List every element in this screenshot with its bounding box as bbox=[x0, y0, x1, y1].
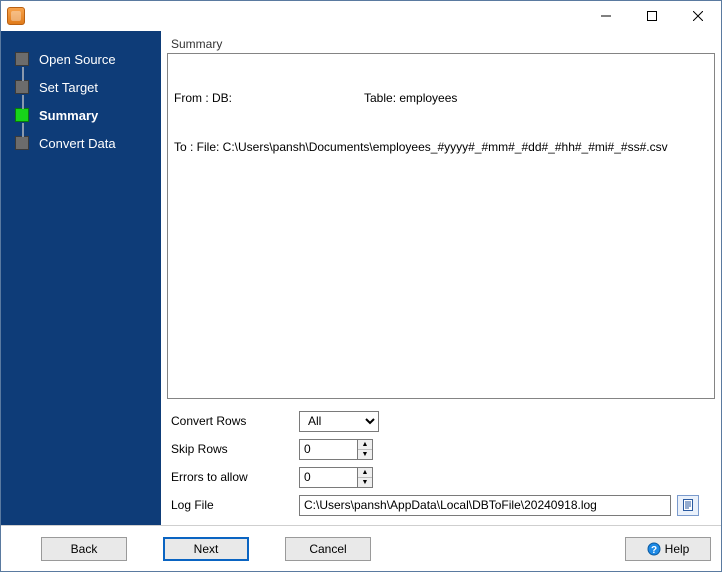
close-button[interactable] bbox=[675, 1, 721, 31]
svg-text:?: ? bbox=[651, 545, 657, 556]
button-label: Cancel bbox=[309, 542, 346, 556]
spin-down-icon[interactable]: ▼ bbox=[358, 478, 372, 487]
spinner-errors-allow: ▲ ▼ bbox=[299, 467, 373, 488]
summary-to: To : File: C:\Users\pansh\Documents\empl… bbox=[174, 139, 708, 155]
row-log-file: Log File bbox=[171, 491, 713, 519]
titlebar bbox=[1, 1, 721, 31]
summary-heading: Summary bbox=[167, 35, 715, 53]
sidebar-item-label: Open Source bbox=[39, 52, 116, 67]
label-log-file: Log File bbox=[171, 498, 299, 512]
minimize-icon bbox=[601, 11, 611, 21]
step-marker-icon bbox=[15, 108, 29, 122]
spin-down-icon[interactable]: ▼ bbox=[358, 450, 372, 459]
input-skip-rows[interactable] bbox=[299, 439, 357, 460]
sidebar-item-summary[interactable]: Summary bbox=[1, 101, 161, 129]
next-button[interactable]: Next bbox=[163, 537, 249, 561]
footer: Back Next Cancel ? Help bbox=[1, 525, 721, 571]
browse-log-button[interactable] bbox=[677, 495, 699, 516]
app-window: Open Source Set Target Summary Convert D… bbox=[0, 0, 722, 572]
label-convert-rows: Convert Rows bbox=[171, 414, 299, 428]
sidebar-item-label: Summary bbox=[39, 108, 98, 123]
main-panel: Summary From : DB: Table: employees To :… bbox=[161, 31, 721, 525]
row-skip-rows: Skip Rows ▲ ▼ bbox=[171, 435, 713, 463]
label-skip-rows: Skip Rows bbox=[171, 442, 299, 456]
app-icon bbox=[7, 7, 25, 25]
sidebar-item-set-target[interactable]: Set Target bbox=[1, 73, 161, 101]
spin-buttons: ▲ ▼ bbox=[357, 467, 373, 488]
button-label: Next bbox=[194, 542, 219, 556]
label-errors-allow: Errors to allow bbox=[171, 470, 299, 484]
close-icon bbox=[693, 11, 703, 21]
help-icon: ? bbox=[647, 542, 661, 556]
spin-up-icon[interactable]: ▲ bbox=[358, 468, 372, 478]
row-errors-allow: Errors to allow ▲ ▼ bbox=[171, 463, 713, 491]
select-convert-rows[interactable]: All bbox=[299, 411, 379, 432]
spin-up-icon[interactable]: ▲ bbox=[358, 440, 372, 450]
wizard-sidebar: Open Source Set Target Summary Convert D… bbox=[1, 31, 161, 525]
input-log-file[interactable] bbox=[299, 495, 671, 516]
back-button[interactable]: Back bbox=[41, 537, 127, 561]
sidebar-item-convert-data[interactable]: Convert Data bbox=[1, 129, 161, 157]
sidebar-item-open-source[interactable]: Open Source bbox=[1, 45, 161, 73]
button-label: Back bbox=[71, 542, 98, 556]
window-controls bbox=[583, 1, 721, 31]
spinner-skip-rows: ▲ ▼ bbox=[299, 439, 373, 460]
minimize-button[interactable] bbox=[583, 1, 629, 31]
cancel-button[interactable]: Cancel bbox=[285, 537, 371, 561]
summary-from: From : DB: bbox=[174, 90, 364, 106]
spin-buttons: ▲ ▼ bbox=[357, 439, 373, 460]
options-form: Convert Rows All Skip Rows ▲ ▼ bbox=[167, 399, 715, 525]
step-marker-icon bbox=[15, 52, 29, 66]
maximize-button[interactable] bbox=[629, 1, 675, 31]
step-marker-icon bbox=[15, 136, 29, 150]
button-label: Help bbox=[665, 542, 690, 556]
input-errors-allow[interactable] bbox=[299, 467, 357, 488]
maximize-icon bbox=[647, 11, 657, 21]
help-button[interactable]: ? Help bbox=[625, 537, 711, 561]
body: Open Source Set Target Summary Convert D… bbox=[1, 31, 721, 525]
row-convert-rows: Convert Rows All bbox=[171, 407, 713, 435]
summary-table: Table: employees bbox=[364, 90, 457, 106]
summary-text: From : DB: Table: employees To : File: C… bbox=[167, 53, 715, 399]
step-marker-icon bbox=[15, 80, 29, 94]
sidebar-item-label: Set Target bbox=[39, 80, 98, 95]
file-icon bbox=[682, 499, 694, 511]
sidebar-item-label: Convert Data bbox=[39, 136, 116, 151]
